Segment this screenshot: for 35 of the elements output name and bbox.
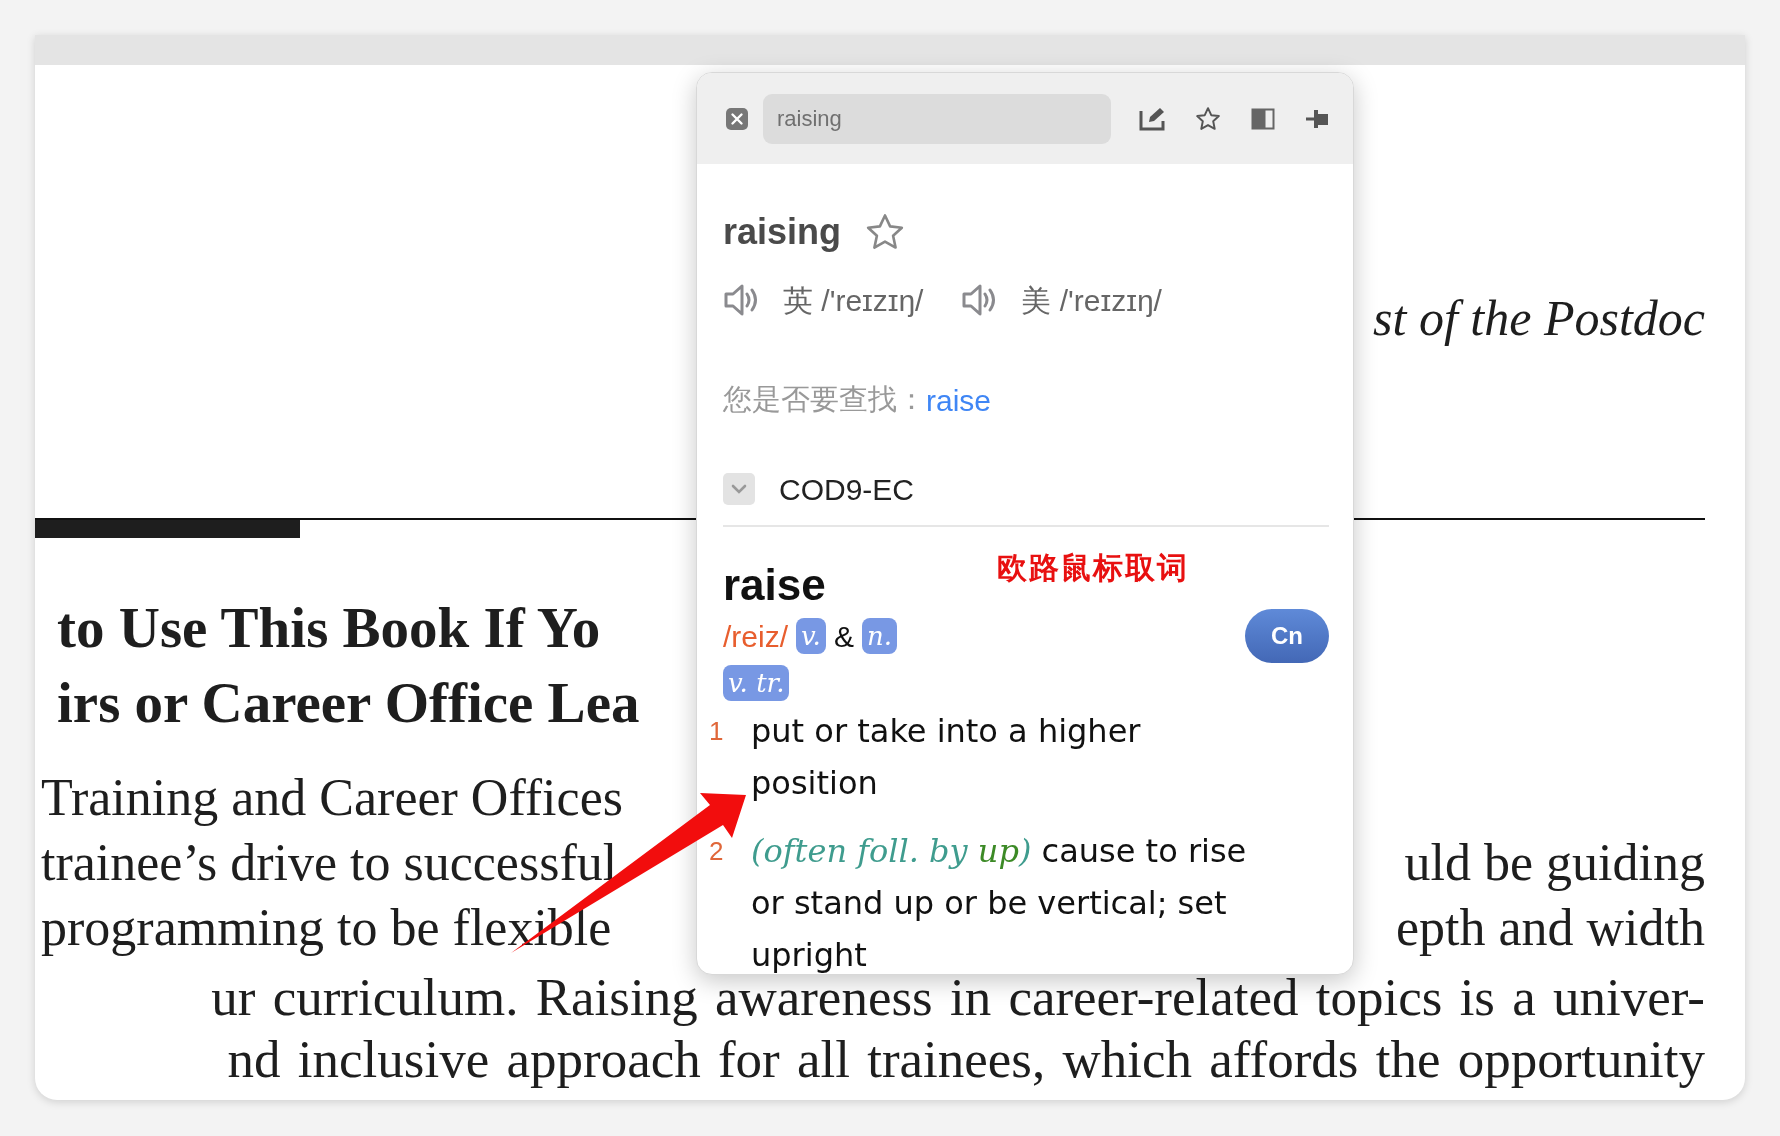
sidebar-icon[interactable] [1251,107,1275,130]
suggestion-label: 您是否要查找： [723,382,926,418]
speaker-icon[interactable] [961,283,998,317]
star-icon[interactable] [1195,105,1221,132]
heading-line: irs or Career Office Lea [57,671,640,734]
running-head: st of the Postdoc [1373,290,1705,346]
part-of-speech-tag: n. [861,618,897,654]
chevron-icon [730,483,748,495]
pronunciation-text: 美 /'reɪzɪŋ/ [1021,282,1162,319]
word-title: raising [723,210,842,254]
language-toggle-button[interactable]: Cn [1245,609,1329,663]
phonetic-text: /reiz/ [723,618,788,655]
ampersand-text: & [833,618,854,655]
body-text-line: uld be guiding [1404,833,1705,893]
heading-line: to Use This Book If Yo [57,596,601,659]
body-text-line: Training and Career Offices [41,768,623,828]
dictionary-name: COD9-EC [779,471,914,508]
sense-number: 2 [709,835,725,868]
pronunciation-text: 英 /'reɪzɪŋ/ [783,282,924,319]
headword: raise [723,560,826,609]
edit-icon[interactable] [1139,106,1165,131]
body-text-line: trainee’s drive to successful [41,833,618,893]
sense-number: 1 [709,715,725,748]
speaker-icon[interactable] [723,283,759,317]
part-of-speech-tag: v. [796,618,826,654]
favorite-star-icon[interactable] [865,213,906,251]
search-field[interactable]: raising [763,93,1111,144]
definition-text: put or take into a higher position [751,711,1142,804]
sense-label-tag: v. tr. [723,665,790,701]
body-text-line: epth and width [1395,898,1705,958]
suggestion-link[interactable]: raise [926,377,992,423]
close-icon[interactable] [725,106,749,131]
body-text-line: nd inclusive approach for all trainees, which affords the opportunity [226,1029,1706,1090]
annotation-label: 欧路鼠标取词 [997,549,1189,587]
collapse-toggle[interactable] [723,473,755,505]
